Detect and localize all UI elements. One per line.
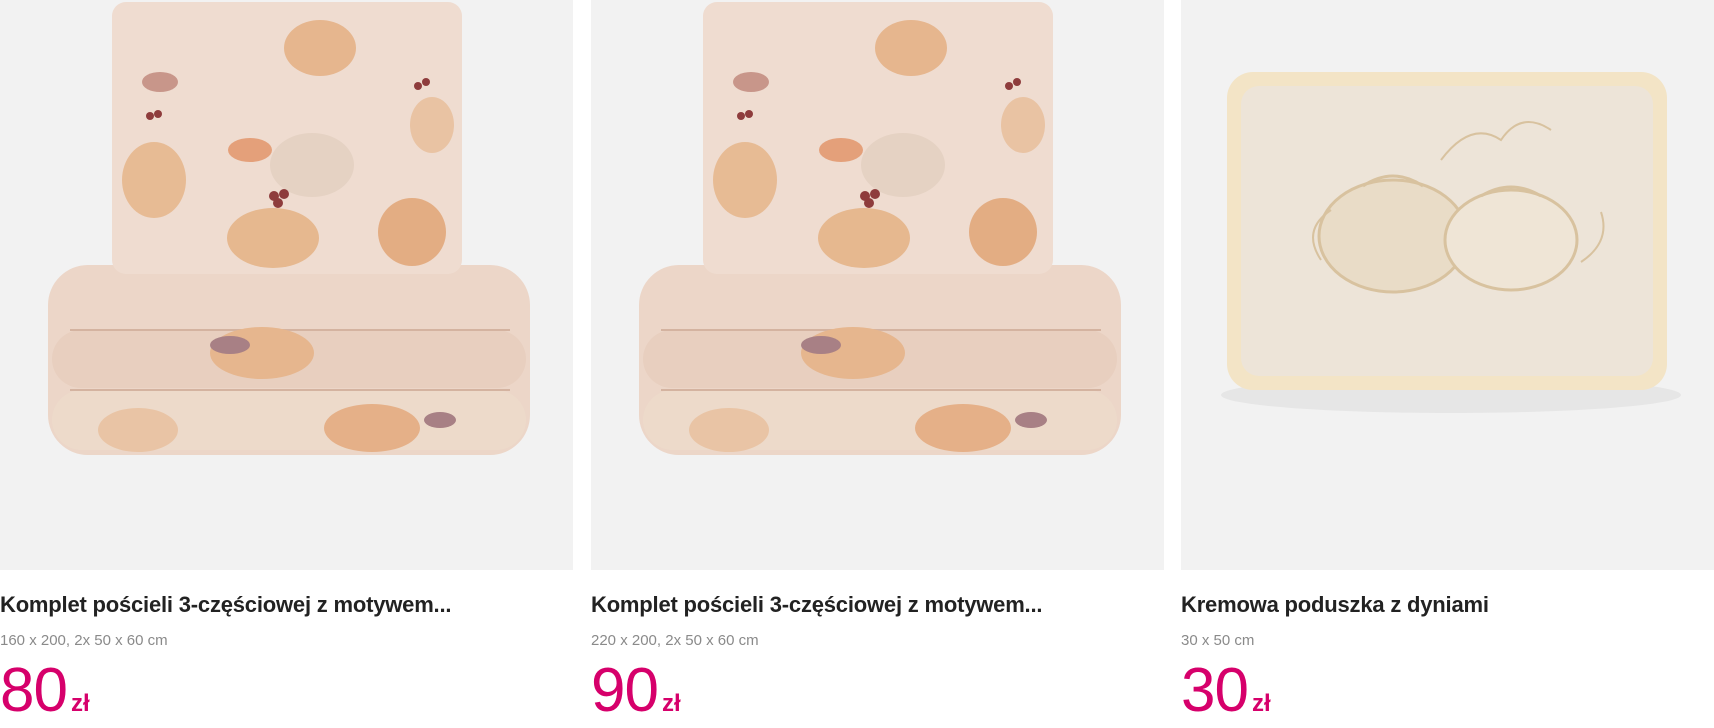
product-price: 90 zł bbox=[591, 660, 681, 722]
price-currency: zł bbox=[70, 690, 90, 717]
product-card[interactable]: Kremowa poduszka z dyniami 30 x 50 cm 30… bbox=[1181, 0, 1714, 728]
product-image[interactable] bbox=[0, 0, 573, 570]
product-size: 30 x 50 cm bbox=[1181, 632, 1255, 649]
product-price: 30 zł bbox=[1181, 660, 1271, 722]
bedding-set-image bbox=[0, 0, 573, 570]
product-card[interactable]: Komplet pościeli 3-częściowej z motywem.… bbox=[0, 0, 573, 728]
product-image[interactable] bbox=[591, 0, 1164, 570]
pillow-image bbox=[1181, 0, 1714, 570]
price-currency: zł bbox=[1251, 690, 1271, 717]
bedding-set-image bbox=[591, 0, 1164, 570]
product-price: 80 zł bbox=[0, 660, 90, 722]
product-image[interactable] bbox=[1181, 0, 1714, 570]
price-amount: 30 bbox=[1181, 656, 1249, 725]
price-currency: zł bbox=[661, 690, 681, 717]
product-title[interactable]: Kremowa poduszka z dyniami bbox=[1181, 592, 1489, 618]
product-size: 160 x 200, 2x 50 x 60 cm bbox=[0, 632, 168, 649]
price-amount: 90 bbox=[591, 656, 659, 725]
product-size: 220 x 200, 2x 50 x 60 cm bbox=[591, 632, 759, 649]
product-card[interactable]: Komplet pościeli 3-częściowej z motywem.… bbox=[591, 0, 1164, 728]
product-grid: Komplet pościeli 3-częściowej z motywem.… bbox=[0, 0, 1714, 728]
product-title[interactable]: Komplet pościeli 3-częściowej z motywem.… bbox=[0, 592, 451, 618]
price-amount: 80 bbox=[0, 656, 68, 725]
product-title[interactable]: Komplet pościeli 3-częściowej z motywem.… bbox=[591, 592, 1042, 618]
